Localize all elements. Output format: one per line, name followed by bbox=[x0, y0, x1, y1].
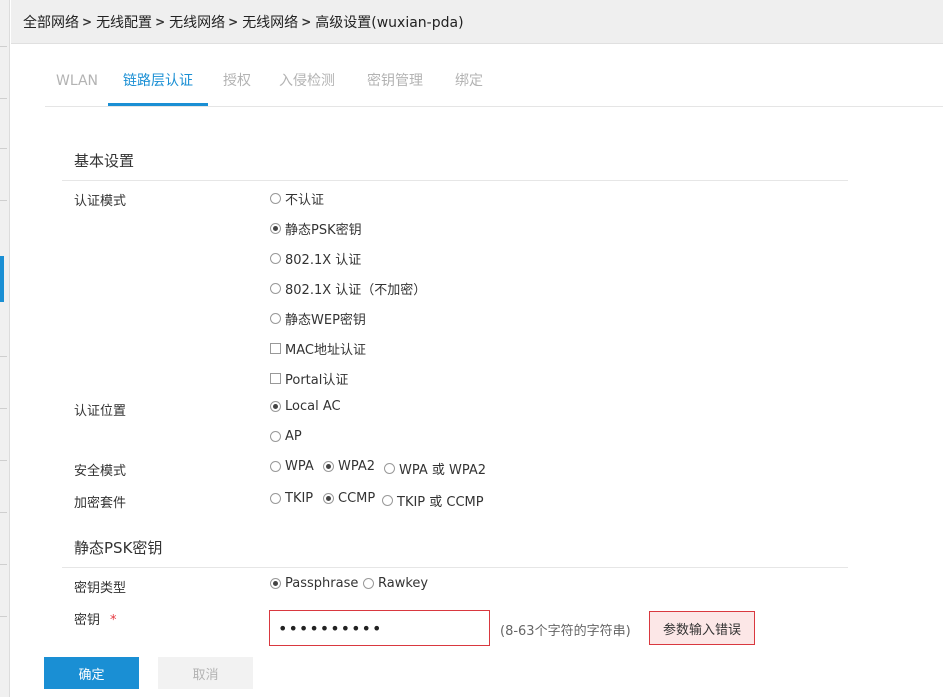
nav-divider bbox=[0, 356, 7, 357]
option-label: WPA 或 WPA2 bbox=[399, 463, 487, 478]
error-message: 参数输入错误 bbox=[649, 611, 755, 645]
auth-location-local-ac[interactable]: Local AC bbox=[270, 399, 341, 414]
nav-divider bbox=[0, 148, 7, 149]
auth-mode-8021x-no-encrypt[interactable]: 802.1X 认证（不加密） bbox=[270, 279, 426, 298]
checkbox-icon[interactable] bbox=[270, 373, 281, 384]
radio-icon[interactable] bbox=[270, 253, 281, 264]
option-label: MAC地址认证 bbox=[285, 343, 366, 358]
radio-icon[interactable] bbox=[382, 495, 393, 506]
radio-icon[interactable] bbox=[270, 283, 281, 294]
auth-mode-none[interactable]: 不认证 bbox=[270, 189, 324, 208]
basic-settings-title: 基本设置 bbox=[74, 152, 135, 170]
security-mode-wpa-or-wpa2[interactable]: WPA 或 WPA2 bbox=[384, 459, 486, 478]
option-label: TKIP 或 CCMP bbox=[397, 495, 484, 510]
breadcrumb-item-wireless-network[interactable]: 无线网络 bbox=[169, 12, 225, 32]
key-label: 密钥 * bbox=[74, 609, 117, 628]
tab-key-management[interactable]: 密钥管理 bbox=[363, 62, 427, 106]
required-mark: * bbox=[110, 613, 117, 628]
option-label: WPA2 bbox=[338, 459, 376, 474]
key-input[interactable] bbox=[269, 610, 490, 646]
checkbox-icon[interactable] bbox=[270, 343, 281, 354]
radio-checked-icon[interactable] bbox=[270, 578, 281, 589]
key-label-text: 密钥 bbox=[74, 613, 101, 628]
nav-active-indicator[interactable] bbox=[0, 256, 4, 302]
auth-mode-static-psk[interactable]: 静态PSK密钥 bbox=[270, 219, 362, 238]
option-label: TKIP bbox=[285, 491, 314, 506]
key-type-rawkey[interactable]: Rawkey bbox=[363, 576, 428, 591]
tab-bar: WLAN 链路层认证 授权 入侵检测 密钥管理 绑定 bbox=[45, 62, 943, 107]
nav-divider bbox=[0, 46, 7, 47]
cipher-suite-label: 加密套件 bbox=[74, 496, 127, 511]
radio-icon[interactable] bbox=[270, 313, 281, 324]
tab-binding[interactable]: 绑定 bbox=[449, 62, 489, 106]
section-divider bbox=[62, 567, 848, 568]
nav-divider bbox=[0, 512, 7, 513]
cipher-tkip-or-ccmp[interactable]: TKIP 或 CCMP bbox=[382, 491, 484, 510]
radio-icon[interactable] bbox=[384, 463, 395, 474]
option-label: 802.1X 认证（不加密） bbox=[285, 283, 427, 298]
auth-mode-portal[interactable]: Portal认证 bbox=[270, 369, 348, 388]
radio-icon[interactable] bbox=[270, 461, 281, 472]
radio-checked-icon[interactable] bbox=[270, 223, 281, 234]
chevron-right-icon: > bbox=[228, 14, 239, 29]
nav-divider bbox=[0, 408, 7, 409]
cipher-ccmp[interactable]: CCMP bbox=[323, 491, 375, 506]
chevron-right-icon: > bbox=[301, 14, 312, 29]
auth-mode-mac[interactable]: MAC地址认证 bbox=[270, 339, 366, 358]
cipher-tkip[interactable]: TKIP bbox=[270, 491, 313, 506]
radio-checked-icon[interactable] bbox=[323, 461, 334, 472]
security-mode-wpa[interactable]: WPA bbox=[270, 459, 314, 474]
auth-mode-label: 认证模式 bbox=[74, 194, 127, 209]
nav-divider bbox=[0, 200, 7, 201]
radio-icon[interactable] bbox=[270, 193, 281, 204]
option-label: CCMP bbox=[338, 491, 376, 506]
option-label: Local AC bbox=[285, 399, 341, 414]
auth-mode-static-wep[interactable]: 静态WEP密钥 bbox=[270, 309, 366, 328]
key-hint: (8-63个字符的字符串) bbox=[500, 624, 631, 639]
radio-icon[interactable] bbox=[270, 493, 281, 504]
option-label: 静态PSK密钥 bbox=[285, 223, 362, 238]
radio-icon[interactable] bbox=[363, 578, 374, 589]
option-label: 802.1X 认证 bbox=[285, 253, 362, 268]
option-label: Rawkey bbox=[378, 576, 429, 591]
breadcrumb-item-wireless-config[interactable]: 无线配置 bbox=[96, 12, 152, 32]
breadcrumb-item-all-networks[interactable]: 全部网络 bbox=[23, 12, 79, 32]
breadcrumb-item-current: 高级设置(wuxian-pda) bbox=[315, 14, 464, 31]
section-divider bbox=[62, 180, 848, 181]
breadcrumb-item-wireless-network-2[interactable]: 无线网络 bbox=[242, 12, 298, 32]
option-label: 不认证 bbox=[285, 193, 325, 208]
left-nav-strip bbox=[0, 0, 10, 697]
tab-authorization[interactable]: 授权 bbox=[217, 62, 257, 106]
auth-mode-8021x[interactable]: 802.1X 认证 bbox=[270, 249, 361, 268]
nav-divider bbox=[0, 98, 7, 99]
radio-icon[interactable] bbox=[270, 431, 281, 442]
option-label: Passphrase bbox=[285, 576, 359, 591]
option-label: AP bbox=[285, 429, 302, 444]
breadcrumb: 全部网络 > 无线配置 > 无线网络 > 无线网络 > 高级设置(wuxian-… bbox=[11, 0, 943, 44]
security-mode-wpa2[interactable]: WPA2 bbox=[323, 459, 375, 474]
auth-location-ap[interactable]: AP bbox=[270, 429, 302, 444]
psk-section-title: 静态PSK密钥 bbox=[74, 539, 163, 557]
chevron-right-icon: > bbox=[155, 14, 166, 29]
tab-wlan[interactable]: WLAN bbox=[47, 62, 107, 106]
option-label: WPA bbox=[285, 459, 314, 474]
nav-divider bbox=[0, 564, 7, 565]
cancel-button[interactable]: 取消 bbox=[158, 657, 253, 689]
option-label: Portal认证 bbox=[285, 373, 349, 388]
radio-checked-icon[interactable] bbox=[323, 493, 334, 504]
chevron-right-icon: > bbox=[82, 14, 93, 29]
auth-location-label: 认证位置 bbox=[74, 404, 127, 419]
tab-link-auth[interactable]: 链路层认证 bbox=[108, 62, 208, 106]
tab-intrusion-detection[interactable]: 入侵检测 bbox=[275, 62, 339, 106]
nav-divider bbox=[0, 616, 7, 617]
key-type-label: 密钥类型 bbox=[74, 581, 127, 596]
key-type-passphrase[interactable]: Passphrase bbox=[270, 576, 358, 591]
option-label: 静态WEP密钥 bbox=[285, 313, 366, 328]
confirm-button[interactable]: 确定 bbox=[44, 657, 139, 689]
radio-checked-icon[interactable] bbox=[270, 401, 281, 412]
nav-divider bbox=[0, 460, 7, 461]
security-mode-label: 安全模式 bbox=[74, 464, 127, 479]
